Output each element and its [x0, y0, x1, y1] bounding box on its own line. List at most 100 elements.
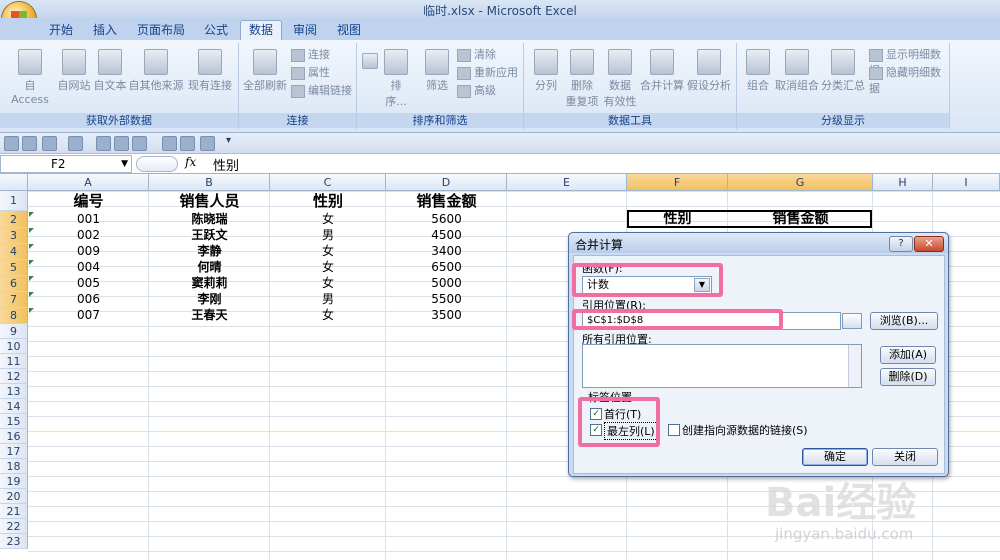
formula-expand-handle[interactable]: [136, 156, 178, 172]
column-header-d[interactable]: D: [386, 174, 507, 191]
table-cell[interactable]: 女: [270, 308, 386, 323]
column-header-a[interactable]: A: [28, 174, 149, 191]
table-cell[interactable]: 3500: [386, 308, 507, 323]
table-cell[interactable]: 4500: [386, 228, 507, 243]
table-cell[interactable]: 004: [28, 260, 149, 275]
close-icon[interactable]: ✕: [914, 236, 944, 252]
tab-review[interactable]: 审阅: [286, 21, 324, 40]
table-cell[interactable]: 男: [270, 228, 386, 243]
table-cell[interactable]: 5600: [386, 212, 507, 227]
name-box[interactable]: F2 ▼: [0, 155, 132, 173]
customize-qat-icon[interactable]: ▾: [226, 135, 231, 146]
row-header[interactable]: 9: [0, 324, 28, 339]
table-cell[interactable]: 002: [28, 228, 149, 243]
tab-home[interactable]: 开始: [40, 21, 82, 40]
refresh-all-button[interactable]: 全部刷新: [243, 49, 287, 93]
what-if-button[interactable]: 假设分析: [686, 49, 732, 93]
column-header-f[interactable]: F: [627, 174, 728, 191]
row-header[interactable]: 21: [0, 504, 28, 519]
sort-az-button[interactable]: [359, 53, 381, 71]
table-cell[interactable]: 男: [270, 292, 386, 307]
column-header-g[interactable]: G: [728, 174, 873, 191]
row-header[interactable]: 4: [0, 244, 28, 260]
row-header[interactable]: 18: [0, 459, 28, 474]
save-icon[interactable]: [4, 136, 19, 151]
row-header[interactable]: 11: [0, 354, 28, 369]
show-detail-button[interactable]: 显示明细数据: [869, 47, 949, 77]
row-header[interactable]: 20: [0, 489, 28, 504]
select-all-corner[interactable]: [0, 174, 28, 191]
connections-button[interactable]: 连接: [291, 47, 330, 63]
tab-formulas[interactable]: 公式: [196, 21, 236, 40]
from-text-button[interactable]: 自文本: [92, 49, 128, 93]
table-cell[interactable]: 女: [270, 260, 386, 275]
table-cell[interactable]: 5000: [386, 276, 507, 291]
list-scrollbar[interactable]: [848, 345, 861, 387]
print-icon[interactable]: [96, 136, 111, 151]
table-cell[interactable]: 陈晓瑞: [149, 212, 270, 227]
advanced-button[interactable]: 高级: [457, 83, 496, 99]
ungroup-button[interactable]: 取消组合: [775, 49, 819, 93]
table-cell[interactable]: 女: [270, 244, 386, 259]
collapse-dialog-icon[interactable]: [842, 313, 862, 329]
text-to-columns-button[interactable]: 分列: [528, 49, 564, 93]
row-header[interactable]: 23: [0, 534, 28, 549]
edit-links-button[interactable]: 编辑链接: [291, 83, 352, 99]
table-cell[interactable]: 009: [28, 244, 149, 259]
row-header[interactable]: 3: [0, 228, 28, 244]
table-cell[interactable]: 女: [270, 212, 386, 227]
redo-icon[interactable]: [68, 136, 83, 151]
table-icon[interactable]: [180, 136, 195, 151]
column-header-h[interactable]: H: [873, 174, 933, 191]
formula-input[interactable]: 性别: [213, 155, 239, 174]
row-header[interactable]: 2: [0, 211, 28, 228]
table-header-cell[interactable]: 销售金额: [386, 191, 507, 211]
group-button[interactable]: 组合: [741, 49, 775, 93]
table-header-cell[interactable]: 销售人员: [149, 191, 270, 211]
row-header[interactable]: 14: [0, 399, 28, 414]
column-header-c[interactable]: C: [270, 174, 386, 191]
add-button[interactable]: 添加(A): [880, 346, 936, 364]
filter-button[interactable]: 筛选: [419, 49, 455, 93]
sort-button[interactable]: 排序...: [381, 49, 411, 109]
fx-icon[interactable]: fx: [185, 155, 196, 169]
properties-button[interactable]: 属性: [291, 65, 330, 81]
all-references-list[interactable]: [582, 344, 862, 388]
table-cell[interactable]: 3400: [386, 244, 507, 259]
table-cell[interactable]: 王春天: [149, 308, 270, 323]
row-header[interactable]: 16: [0, 429, 28, 444]
row-header[interactable]: 7: [0, 292, 28, 308]
from-other-sources-button[interactable]: 自其他来源: [128, 49, 184, 93]
column-header-e[interactable]: E: [507, 174, 627, 191]
row-header[interactable]: 19: [0, 474, 28, 489]
data-validation-button[interactable]: 数据 有效性: [600, 49, 640, 109]
clear-button[interactable]: 清除: [457, 47, 496, 63]
reapply-button[interactable]: 重新应用: [457, 65, 518, 81]
row-header[interactable]: 17: [0, 444, 28, 459]
table-cell[interactable]: 何晴: [149, 260, 270, 275]
row-header[interactable]: 22: [0, 519, 28, 534]
new-icon[interactable]: [22, 136, 37, 151]
result-header-cell[interactable]: 销售金额: [728, 210, 873, 228]
hide-detail-button[interactable]: 隐藏明细数据: [869, 65, 949, 95]
close-button[interactable]: 关闭: [872, 448, 938, 466]
consolidate-button[interactable]: 合并计算: [638, 49, 686, 93]
browse-button[interactable]: 浏览(B)...: [870, 312, 938, 330]
remove-duplicates-button[interactable]: 删除 重复项: [562, 49, 602, 109]
row-header[interactable]: 13: [0, 384, 28, 399]
tab-insert[interactable]: 插入: [86, 21, 124, 40]
tab-data[interactable]: 数据: [240, 20, 282, 40]
row-header[interactable]: 6: [0, 276, 28, 292]
table-cell[interactable]: 005: [28, 276, 149, 291]
table-cell[interactable]: 5500: [386, 292, 507, 307]
table-cell[interactable]: 王跃文: [149, 228, 270, 243]
table-cell[interactable]: 006: [28, 292, 149, 307]
form-icon[interactable]: [162, 136, 177, 151]
settings-icon[interactable]: [200, 136, 215, 151]
from-web-button[interactable]: 自网站: [56, 49, 92, 93]
undo-icon[interactable]: [42, 136, 57, 151]
table-cell[interactable]: 窦莉莉: [149, 276, 270, 291]
table-header-cell[interactable]: 性别: [270, 191, 386, 211]
existing-connections-button[interactable]: 现有连接: [186, 49, 234, 93]
row-header[interactable]: 5: [0, 260, 28, 276]
